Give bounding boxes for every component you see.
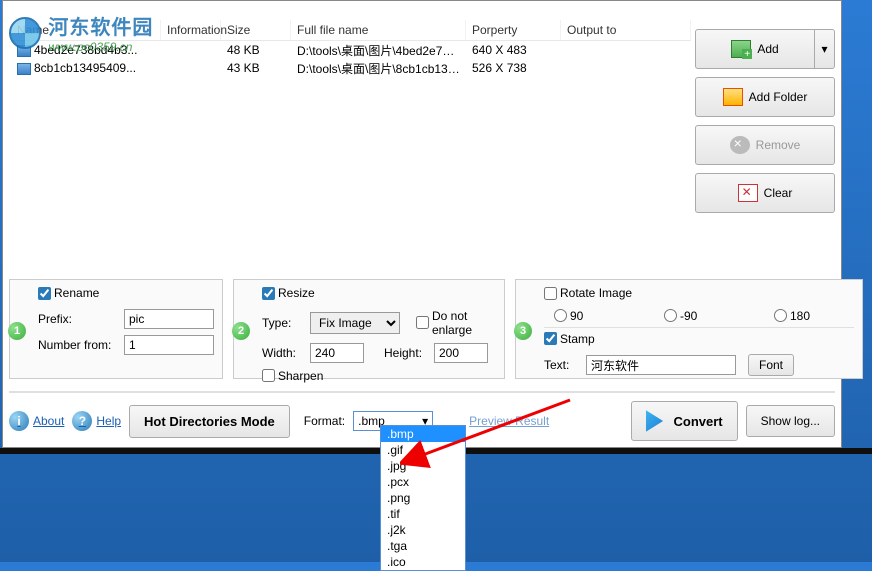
file-row[interactable]: 4bed2e738bd4b3... 48 KB D:\tools\桌面\图片\4… — [11, 41, 691, 59]
add-icon — [731, 40, 751, 58]
column-full-file-name[interactable]: Full file name — [291, 20, 466, 40]
convert-button[interactable]: Convert — [631, 401, 738, 441]
width-input[interactable] — [310, 343, 364, 363]
stamp-checkbox[interactable]: Stamp — [544, 332, 595, 346]
file-property: 640 X 483 — [466, 41, 561, 59]
stamp-text-input[interactable] — [586, 355, 736, 375]
add-folder-button[interactable]: Add Folder — [695, 77, 835, 117]
chevron-down-icon: ▾ — [821, 42, 827, 56]
height-label: Height: — [384, 346, 428, 360]
file-size: 48 KB — [221, 41, 291, 59]
file-list: Name Information Size Full file name Por… — [11, 19, 691, 274]
rotate-90-radio[interactable]: 90 — [554, 309, 634, 323]
step-1-badge: 1 — [8, 322, 26, 340]
rename-group: 1 Rename Prefix: Number from: — [9, 279, 223, 379]
prefix-input[interactable] — [124, 309, 214, 329]
prefix-label: Prefix: — [38, 312, 118, 326]
rename-checkbox[interactable]: Rename — [38, 286, 99, 300]
format-option-j2k[interactable]: .j2k — [381, 522, 465, 538]
format-option-png[interactable]: .png — [381, 490, 465, 506]
file-info — [161, 66, 221, 70]
clear-icon — [738, 184, 758, 202]
format-option-jpg[interactable]: .jpg — [381, 458, 465, 474]
column-output-to[interactable]: Output to — [561, 20, 691, 40]
column-name[interactable]: Name — [11, 20, 161, 40]
rotate-checkbox[interactable]: Rotate Image — [544, 286, 632, 300]
column-property[interactable]: Porperty — [466, 20, 561, 40]
number-from-input[interactable] — [124, 335, 214, 355]
file-output — [561, 66, 691, 70]
type-select[interactable]: Fix Image — [310, 312, 400, 334]
step-3-badge: 3 — [514, 322, 532, 340]
column-size[interactable]: Size — [221, 20, 291, 40]
file-full-name: D:\tools\桌面\图片\8cb1cb1349... — [291, 58, 466, 79]
file-size: 43 KB — [221, 59, 291, 77]
format-option-tif[interactable]: .tif — [381, 506, 465, 522]
format-option-tga[interactable]: .tga — [381, 538, 465, 554]
file-row[interactable]: 8cb1cb13495409... 43 KB D:\tools\桌面\图片\8… — [11, 59, 691, 77]
sharpen-checkbox[interactable]: Sharpen — [262, 369, 342, 383]
options-row: 1 Rename Prefix: Number from: 2 Resize T… — [9, 279, 835, 379]
format-option-ico[interactable]: .ico — [381, 554, 465, 570]
column-information[interactable]: Information — [161, 20, 221, 40]
file-output — [561, 48, 691, 52]
stamp-text-label: Text: — [544, 358, 580, 372]
file-name: 4bed2e738bd4b3... — [34, 43, 137, 57]
add-button[interactable]: Add — [695, 29, 815, 69]
image-file-icon — [17, 63, 31, 75]
separator — [544, 327, 854, 328]
format-option-gif[interactable]: .gif — [381, 442, 465, 458]
info-icon: i — [9, 411, 29, 431]
do-not-enlarge-checkbox[interactable]: Do not enlarge — [416, 309, 496, 337]
file-name: 8cb1cb13495409... — [34, 61, 136, 75]
rotate-neg90-radio[interactable]: -90 — [664, 309, 744, 323]
rotate-stamp-group: 3 Rotate Image 90 -90 180 Stamp Text: Fo… — [515, 279, 863, 379]
height-input[interactable] — [434, 343, 488, 363]
play-icon — [646, 410, 668, 432]
format-option-pcx[interactable]: .pcx — [381, 474, 465, 490]
add-dropdown-button[interactable]: ▾ — [815, 29, 835, 69]
about-link[interactable]: iAbout — [9, 411, 64, 431]
resize-checkbox[interactable]: Resize — [262, 286, 315, 300]
number-from-label: Number from: — [38, 338, 118, 352]
clear-button[interactable]: Clear — [695, 173, 835, 213]
file-property: 526 X 738 — [466, 59, 561, 77]
remove-icon — [730, 136, 750, 154]
resize-group: 2 Resize Type: Fix Image Do not enlarge … — [233, 279, 505, 379]
file-list-header: Name Information Size Full file name Por… — [11, 19, 691, 41]
app-window: 河东软件园 www.pc0359.cn Name Information Siz… — [2, 0, 842, 448]
step-2-badge: 2 — [232, 322, 250, 340]
help-link[interactable]: ?Help — [72, 411, 121, 431]
format-option-bmp[interactable]: .bmp — [381, 426, 465, 442]
rotate-180-radio[interactable]: 180 — [774, 309, 854, 323]
help-icon: ? — [72, 411, 92, 431]
show-log-button[interactable]: Show log... — [746, 405, 835, 437]
image-file-icon — [17, 45, 31, 57]
type-label: Type: — [262, 316, 304, 330]
format-dropdown: .bmp .gif .jpg .pcx .png .tif .j2k .tga … — [380, 425, 466, 571]
font-button[interactable]: Font — [748, 354, 794, 376]
folder-icon — [723, 88, 743, 106]
hot-directories-button[interactable]: Hot Directories Mode — [129, 405, 290, 438]
preview-result-link[interactable]: Preview Result — [469, 414, 549, 428]
width-label: Width: — [262, 346, 304, 360]
remove-button[interactable]: Remove — [695, 125, 835, 165]
side-buttons: Add ▾ Add Folder Remove Clear — [695, 29, 835, 221]
format-label: Format: — [304, 414, 345, 428]
file-info — [161, 48, 221, 52]
